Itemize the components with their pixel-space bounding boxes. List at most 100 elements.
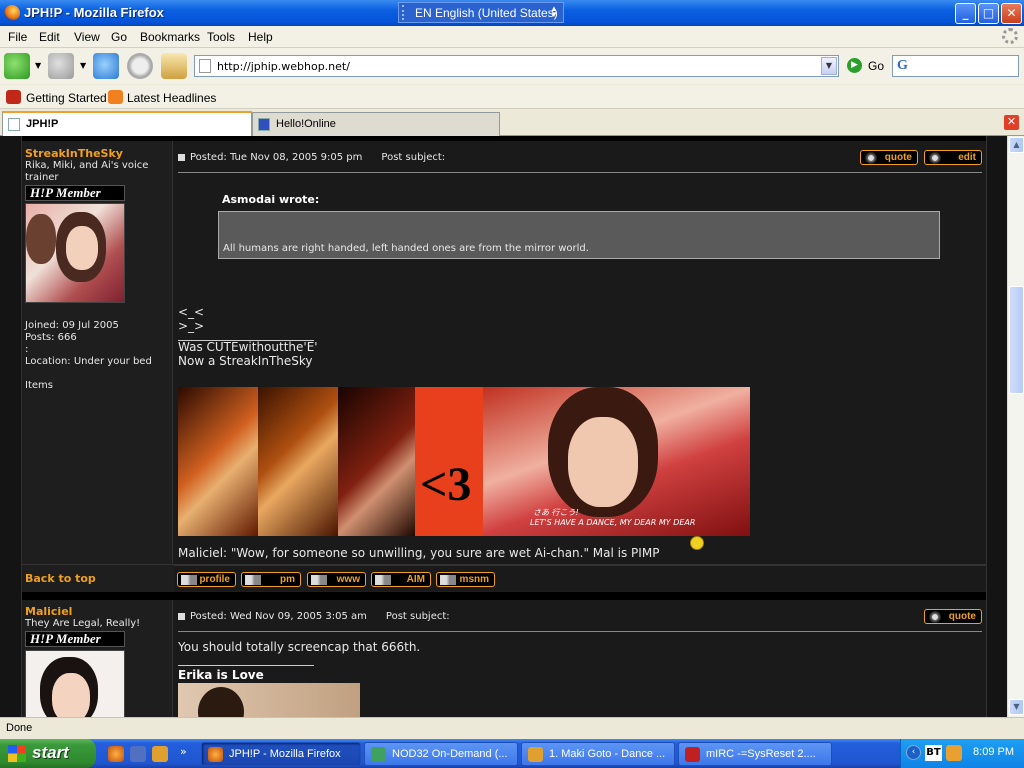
post-count: Posts: 666 xyxy=(25,332,77,343)
getting-started-icon xyxy=(6,90,21,104)
title-bar[interactable]: JPH!P - Mozilla Firefox EN English (Unit… xyxy=(0,0,1024,26)
menu-bookmarks[interactable]: Bookmarks xyxy=(140,30,200,44)
start-label: start xyxy=(32,743,69,762)
items-link[interactable]: Items xyxy=(25,380,53,392)
task-firefox[interactable]: JPH!P - Mozilla Firefox xyxy=(201,742,361,766)
quote-button[interactable]: quote xyxy=(860,150,918,165)
smiley-icon xyxy=(690,536,704,550)
windows-logo-icon xyxy=(8,745,26,762)
rss-icon xyxy=(108,90,123,104)
button-label: edit xyxy=(958,152,976,163)
info-separator: : xyxy=(25,344,29,355)
user-title-line2: trainer xyxy=(25,172,59,183)
quicklaunch-more-icon[interactable]: » xyxy=(180,745,187,758)
pm-icon xyxy=(245,575,261,585)
signature-divider xyxy=(178,665,314,666)
tab-jphip[interactable]: JPH!P xyxy=(2,111,252,136)
url-input[interactable] xyxy=(217,58,813,74)
profile-button[interactable]: profile xyxy=(177,572,236,587)
close-button[interactable]: ✕ xyxy=(1001,3,1022,24)
user-title: They Are Legal, Really! xyxy=(25,618,141,629)
quote-button[interactable]: quote xyxy=(924,609,982,624)
bookmark-getting-started[interactable]: Getting Started xyxy=(26,91,107,105)
tray-app-icon[interactable] xyxy=(946,745,962,761)
aim-button[interactable]: AIM xyxy=(371,572,431,587)
maximize-button[interactable]: □ xyxy=(978,3,999,24)
winamp-quicklaunch-icon[interactable] xyxy=(130,746,146,762)
scroll-up-icon[interactable]: ▲ xyxy=(1009,137,1024,153)
quote-text: All humans are right handed, left handed… xyxy=(223,243,589,254)
go-button[interactable]: Go xyxy=(868,59,884,73)
task-media[interactable]: 1. Maki Goto - Dance ... xyxy=(521,742,675,766)
google-icon[interactable]: G xyxy=(897,58,908,74)
back-to-top-link[interactable]: Back to top xyxy=(25,572,96,585)
left-border xyxy=(0,136,22,717)
scroll-down-icon[interactable]: ▼ xyxy=(1009,699,1024,715)
quote-icon xyxy=(928,611,942,623)
post-meta: Posted: Tue Nov 08, 2005 9:05 pm Post su… xyxy=(190,152,446,163)
status-text: Done xyxy=(6,722,33,734)
search-box[interactable]: G xyxy=(892,55,1019,77)
www-button[interactable]: www xyxy=(307,572,366,587)
menu-help[interactable]: Help xyxy=(248,30,273,44)
go-icon[interactable]: ▶ xyxy=(847,58,862,73)
stop-icon[interactable] xyxy=(127,53,153,79)
post-icon xyxy=(178,613,185,620)
quote-author: Asmodai wrote: xyxy=(222,193,320,206)
quote-icon xyxy=(864,152,878,164)
task-nod32[interactable]: NOD32 On-Demand (... xyxy=(364,742,518,766)
bittorrent-icon[interactable]: BT xyxy=(925,745,942,761)
pm-button[interactable]: pm xyxy=(241,572,301,587)
menu-tools[interactable]: Tools xyxy=(207,30,235,44)
start-button[interactable]: start xyxy=(0,739,96,768)
language-menu-icon[interactable]: ▲ ▼ xyxy=(550,5,560,19)
signature-quote: Maliciel: "Wow, for someone so unwilling… xyxy=(178,546,660,560)
profile-links: profile pm www AIM msnm xyxy=(174,565,986,591)
reload-icon[interactable] xyxy=(93,53,119,79)
task-label: mIRC -=SysReset 2.... xyxy=(706,748,816,760)
app-quicklaunch-icon[interactable] xyxy=(152,746,168,762)
menu-view[interactable]: View xyxy=(74,30,100,44)
firefox-icon xyxy=(4,5,20,21)
tab-label: Hello!Online xyxy=(276,118,336,130)
minimize-button[interactable]: _ xyxy=(955,3,976,24)
menu-file[interactable]: File xyxy=(8,30,27,44)
forward-icon[interactable] xyxy=(48,53,74,79)
vertical-scrollbar[interactable]: ▲ ▼ xyxy=(1007,136,1024,717)
forum-post: StreakInTheSky Rika, Miki, and Ai's voic… xyxy=(22,141,986,564)
language-bar[interactable]: EN English (United States) ▲ ▼ xyxy=(398,2,564,23)
banner-heart: <3 xyxy=(420,458,472,511)
url-dropdown-icon[interactable]: ▼ xyxy=(821,57,837,75)
grip-icon xyxy=(402,5,407,20)
location: Location: Under your bed xyxy=(25,356,152,367)
author-name[interactable]: StreakInTheSky xyxy=(25,147,123,160)
tray-expand-icon[interactable]: ‹ xyxy=(906,745,921,760)
page-icon xyxy=(8,118,20,131)
edit-button[interactable]: edit xyxy=(924,150,982,165)
bookmark-latest-headlines[interactable]: Latest Headlines xyxy=(127,91,216,105)
forward-dropdown-icon[interactable]: ▼ xyxy=(80,61,86,70)
back-icon[interactable] xyxy=(4,53,30,79)
scroll-thumb[interactable] xyxy=(1009,286,1024,394)
home-icon[interactable] xyxy=(161,53,187,79)
task-mirc[interactable]: mIRC -=SysReset 2.... xyxy=(678,742,832,766)
page-icon xyxy=(199,59,211,73)
tab-hello-online[interactable]: Hello!Online xyxy=(252,112,500,136)
address-bar[interactable]: ▼ xyxy=(194,55,839,77)
profile-icon xyxy=(181,575,197,585)
clock: 8:09 PM xyxy=(973,746,1014,758)
menu-go[interactable]: Go xyxy=(111,30,127,44)
forum-post: Maliciel They Are Legal, Really! H!P Mem… xyxy=(22,600,986,717)
msnm-button[interactable]: msnm xyxy=(436,572,495,587)
close-tab-icon[interactable]: ✕ xyxy=(1004,115,1019,130)
firefox-quicklaunch-icon[interactable] xyxy=(108,746,124,762)
button-label: profile xyxy=(199,574,230,585)
author-name[interactable]: Maliciel xyxy=(25,605,72,618)
post-header: Posted: Wed Nov 09, 2005 3:05 am Post su… xyxy=(178,606,982,632)
tab-label: JPH!P xyxy=(26,118,59,130)
button-label: pm xyxy=(280,574,295,585)
post-header: Posted: Tue Nov 08, 2005 9:05 pm Post su… xyxy=(178,147,982,173)
www-icon xyxy=(311,575,327,585)
menu-edit[interactable]: Edit xyxy=(39,30,60,44)
back-dropdown-icon[interactable]: ▼ xyxy=(35,61,41,70)
